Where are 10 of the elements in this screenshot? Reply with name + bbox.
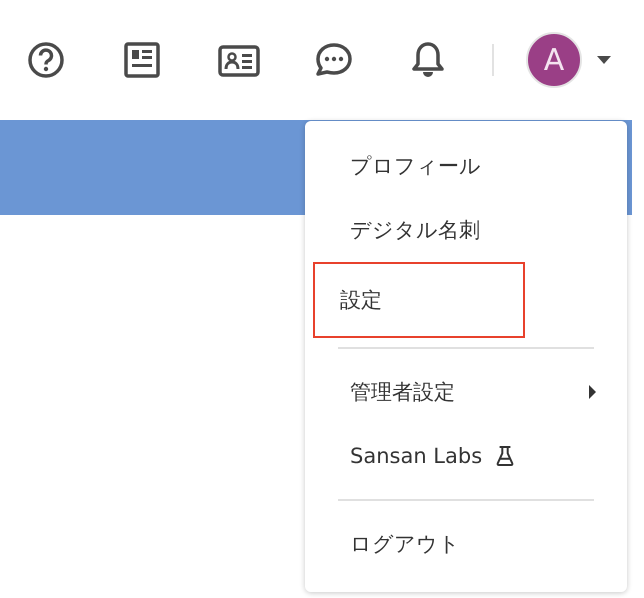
submenu-arrow-icon [589, 385, 596, 399]
flask-icon [496, 445, 514, 467]
menu-item[interactable]: 設定 [315, 264, 523, 336]
caret-icon[interactable] [597, 56, 611, 64]
menu-item[interactable]: Sansan Labs [315, 424, 624, 488]
menu-item[interactable]: デジタル名刺 [315, 198, 624, 262]
menu-item[interactable]: プロフィール [315, 134, 624, 198]
menu-item[interactable]: 管理者設定 [315, 360, 624, 424]
menu-item[interactable]: ログアウト [315, 512, 624, 576]
avatar[interactable]: A [526, 32, 582, 88]
